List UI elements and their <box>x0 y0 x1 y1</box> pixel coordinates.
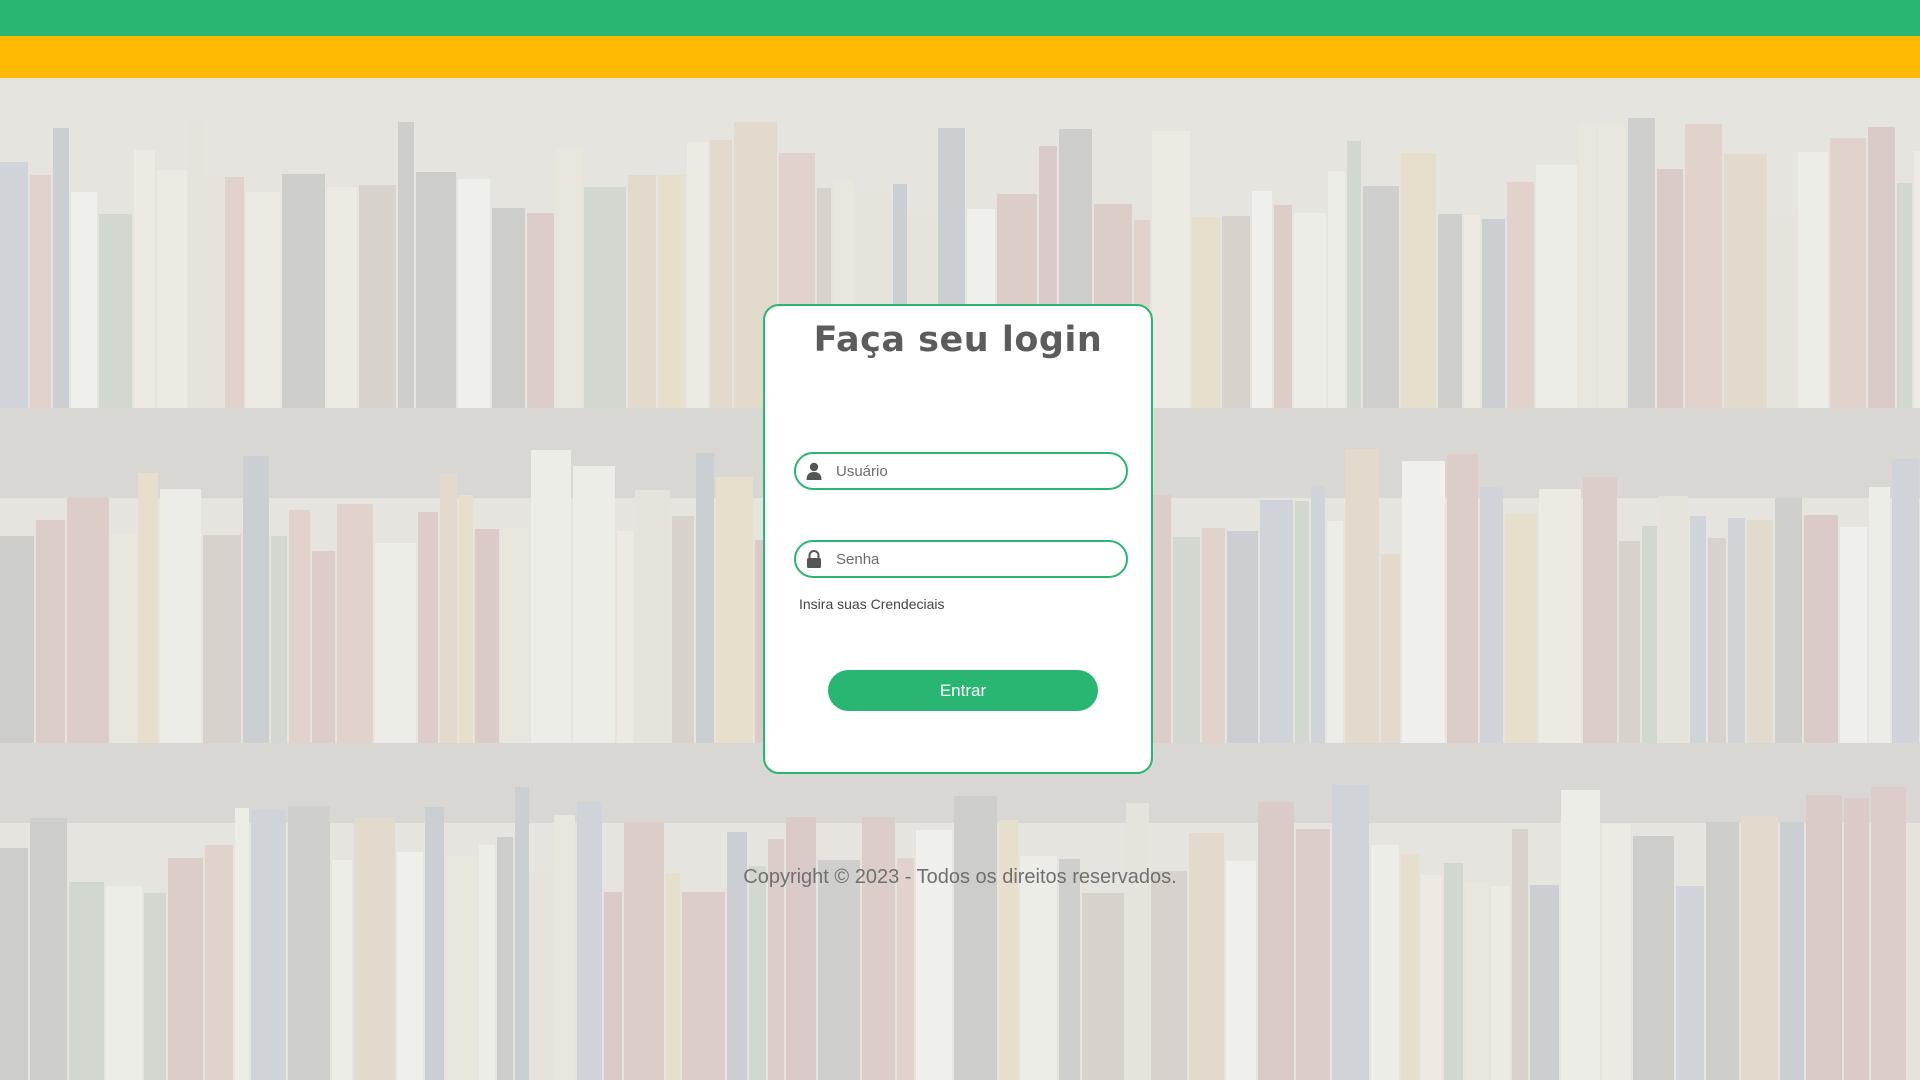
username-field[interactable] <box>794 452 1128 490</box>
lock-icon <box>805 550 823 568</box>
user-icon <box>805 462 823 480</box>
header-green-bar <box>0 0 1920 36</box>
login-card: Faça seu login Insira suas Crendeciais E… <box>763 304 1153 774</box>
password-field[interactable] <box>794 540 1128 578</box>
header-yellow-bar <box>0 36 1920 78</box>
login-title: Faça seu login <box>813 320 1103 360</box>
password-input[interactable] <box>836 550 1116 568</box>
copyright-text: Copyright © 2023 - Todos os direitos res… <box>743 866 1177 888</box>
credentials-hint: Insira suas Crendeciais <box>799 596 945 612</box>
login-page: Faça seu login Insira suas Crendeciais E… <box>0 0 1920 1080</box>
login-button[interactable]: Entrar <box>828 670 1098 711</box>
username-input[interactable] <box>836 462 1116 480</box>
